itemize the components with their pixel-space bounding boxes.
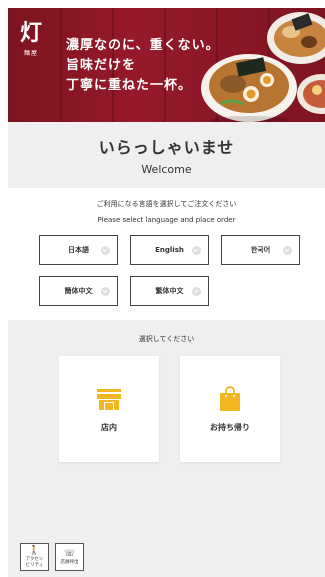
language-option-korean[interactable]: 한국어	[221, 235, 300, 265]
language-option-label: 한국어	[250, 246, 271, 254]
logo-subtext: 麺屋	[23, 50, 38, 57]
radio-check-icon	[192, 246, 201, 255]
ramen-bowls-image	[201, 12, 325, 122]
language-option-japanese[interactable]: 日本語	[39, 235, 118, 265]
language-prompt-en: Please select language and place order	[97, 216, 236, 224]
welcome-title: いらっしゃいませ	[98, 138, 235, 157]
radio-check-icon	[192, 287, 201, 296]
takeout-label: お持ち帰り	[210, 423, 250, 432]
language-option-label: 繁体中文	[155, 287, 184, 295]
staff-call-icon: ☏	[63, 548, 76, 559]
dine-in-label: 店内	[101, 423, 117, 432]
staff-call-label: 店員呼出	[60, 559, 79, 565]
staff-call-button[interactable]: ☏ 店員呼出	[55, 543, 84, 571]
language-option-label: 簡体中文	[64, 287, 93, 295]
takeout-button[interactable]: お持ち帰り	[180, 356, 280, 462]
language-prompt-ja: ご利用になる言語を選択してご注文ください	[96, 200, 237, 208]
welcome-header: いらっしゃいませ Welcome	[8, 122, 325, 188]
language-option-label: 日本語	[68, 246, 89, 254]
hero-banner: 灯 麺屋 濃厚なのに、重くない。 旨味だけを 丁寧に重ねた一杯。	[8, 8, 325, 122]
language-selector: ご利用になる言語を選択してご注文ください Please select langu…	[8, 188, 325, 320]
language-option-simplified-chinese[interactable]: 簡体中文	[39, 276, 118, 306]
accessibility-icon: 🚶	[28, 545, 41, 556]
accessibility-button[interactable]: 🚶 アクセシ ビリティ	[20, 543, 49, 571]
language-option-label: English	[155, 246, 184, 254]
language-option-english[interactable]: English	[130, 235, 209, 265]
kiosk-screen: 灯 麺屋 濃厚なのに、重くない。 旨味だけを 丁寧に重ねた一杯。 いらっしゃいま…	[8, 8, 325, 577]
order-type-section: 選択してください 店内 お持ち帰り	[8, 320, 325, 550]
shopping-bag-icon	[220, 386, 240, 411]
welcome-subtitle: Welcome	[141, 163, 192, 176]
radio-check-icon	[283, 246, 292, 255]
order-type-prompt: 選択してください	[138, 335, 195, 343]
radio-check-icon	[101, 287, 110, 296]
logo-glyph: 灯	[20, 20, 43, 46]
shop-logo: 灯 麺屋	[20, 22, 42, 57]
radio-check-icon	[101, 246, 110, 255]
dine-in-button[interactable]: 店内	[59, 356, 159, 462]
storefront-icon	[97, 389, 121, 410]
language-option-traditional-chinese[interactable]: 繁体中文	[130, 276, 209, 306]
accessibility-label: アクセシ ビリティ	[25, 556, 44, 568]
